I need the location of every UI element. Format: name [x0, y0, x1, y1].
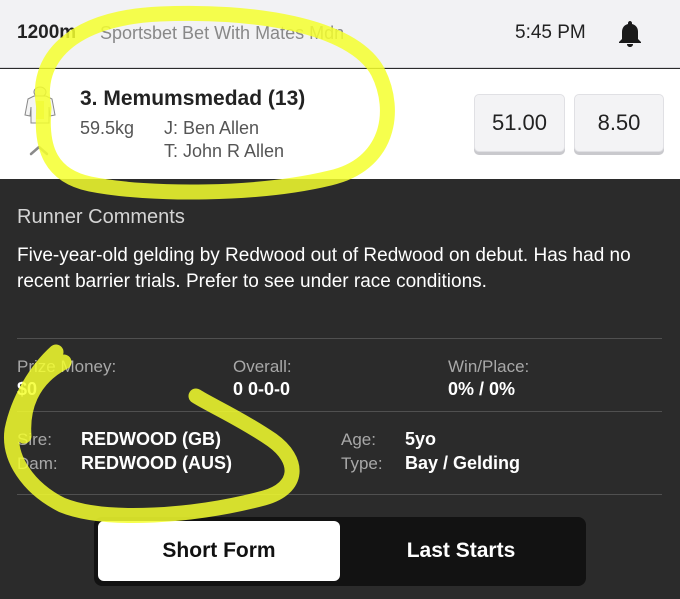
sire-value: REDWOOD (GB) — [81, 429, 221, 449]
win-place-label: Win/Place: — [448, 357, 530, 376]
runner-row[interactable]: 3. Memumsmedad (13) 59.5kg J: Ben Allen … — [0, 69, 680, 179]
race-distance: 1200m — [17, 22, 77, 43]
divider — [17, 338, 662, 339]
divider — [17, 494, 662, 495]
bell-icon[interactable] — [614, 18, 646, 50]
place-odds-button[interactable]: 8.50 — [574, 94, 664, 152]
overall-value: 0 0-0-0 — [233, 379, 291, 399]
prize-money-label: Prize Money: — [17, 357, 117, 376]
tab-short-form[interactable]: Short Form — [98, 521, 340, 581]
sire-label: Sire: — [17, 430, 52, 449]
comments-text: Five-year-old gelding by Redwood out of … — [17, 245, 631, 292]
dam-label: Dam: — [17, 454, 58, 473]
runner-trainer: T: John R Allen — [164, 141, 285, 161]
runner-details-panel: Runner Comments Five-year-old gelding by… — [0, 179, 680, 599]
jockey-silks-icon — [24, 86, 56, 124]
age-value: 5yo — [405, 429, 437, 449]
race-name: Sportsbet Bet With Mates Mdn — [100, 23, 345, 43]
form-tab-switch: Short Form Last Starts — [94, 517, 586, 586]
overall-label: Overall: — [233, 357, 292, 376]
comments-title: Runner Comments — [17, 206, 185, 228]
runner-name: 3. Memumsmedad (13) — [80, 87, 306, 110]
prize-money-value: $0 — [17, 379, 38, 399]
tab-last-starts[interactable]: Last Starts — [340, 521, 582, 581]
chevron-up-icon[interactable] — [28, 143, 50, 157]
win-place-value: 0% / 0% — [448, 379, 516, 399]
divider — [17, 411, 662, 412]
runner-jockey: J: Ben Allen — [164, 118, 260, 138]
type-label: Type: — [341, 454, 383, 473]
runner-weight: 59.5kg — [80, 118, 135, 138]
type-value: Bay / Gelding — [405, 453, 521, 473]
age-label: Age: — [341, 430, 376, 449]
win-odds-button[interactable]: 51.00 — [474, 94, 565, 152]
race-header: 1200m Sportsbet Bet With Mates Mdn 5:45 … — [0, 0, 680, 68]
race-time: 5:45 PM — [515, 22, 586, 43]
dam-value: REDWOOD (AUS) — [81, 453, 232, 473]
